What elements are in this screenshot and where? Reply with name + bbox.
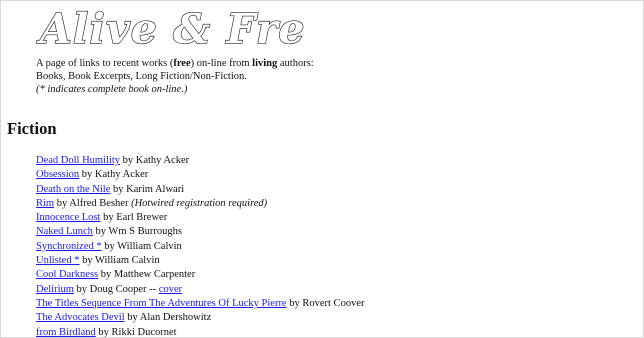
intro-part3: ) on-line from — [190, 58, 253, 69]
list-item: Unlisted * by William Calvin — [36, 254, 364, 268]
author-text: by Matthew Carpenter — [98, 269, 196, 281]
author-text: by Earl Brewer — [100, 212, 168, 224]
section-heading-fiction: Fiction — [7, 119, 57, 138]
intro-living: living — [252, 58, 278, 69]
work-link[interactable]: Innocence Lost — [36, 212, 100, 223]
list-item: Delirium by Doug Cooper -- cover — [36, 283, 364, 297]
list-item: Cool Darkness by Matthew Carpenter — [36, 268, 364, 282]
intro-free: free — [173, 58, 191, 69]
author-text: by Alan Dershowitz — [124, 312, 212, 324]
intro-text: A page of links to recent works (free) o… — [36, 57, 326, 96]
page-frame: Alive & Free A page of links to recent w… — [0, 0, 644, 338]
list-item: Death on the Nile by Karim Alwari — [36, 183, 364, 197]
author-text: by William Calvin — [101, 240, 182, 252]
work-link[interactable]: Unlisted * — [36, 255, 79, 266]
intro-note: (* indicates complete book on-line.) — [36, 84, 188, 95]
list-item: The Titles Sequence From The Adventures … — [36, 297, 364, 311]
work-link[interactable]: The Titles Sequence From The Adventures … — [36, 298, 287, 309]
work-link[interactable]: Cool Darkness — [36, 269, 98, 280]
list-item: Dead Doll Humility by Kathy Acker — [36, 154, 364, 168]
work-link[interactable]: Delirium — [36, 284, 74, 295]
author-text: by Rovert Coover — [286, 297, 365, 309]
work-link[interactable]: Dead Doll Humility — [36, 155, 120, 166]
author-text: by Alfred Besher — [54, 197, 132, 209]
author-text: by Doug Cooper -- — [73, 283, 159, 295]
author-text: by Rikki Ducornet — [95, 326, 177, 338]
work-link[interactable]: Rim — [36, 198, 54, 209]
list-item: Rim by Alfred Besher (Hotwired registrat… — [36, 197, 364, 211]
work-link[interactable]: The Advocates Devil — [36, 312, 125, 323]
work-link[interactable]: Synchronized * — [36, 241, 102, 252]
list-item: Naked Lunch by Wm S Burroughs — [36, 225, 364, 239]
list-item: The Advocates Devil by Alan Dershowitz — [36, 311, 364, 325]
list-item: Obsession by Kathy Acker — [36, 168, 364, 182]
site-logo: Alive & Free — [36, 7, 306, 53]
author-text: by Kathy Acker — [120, 155, 190, 166]
intro-part1: A page of links to recent works ( — [36, 58, 174, 69]
author-text: by Kathy Acker — [79, 169, 149, 181]
logo-text: Alive & Free — [36, 7, 306, 53]
author-text: by Karim Alwari — [110, 183, 185, 195]
list-item: Synchronized * by William Calvin — [36, 240, 364, 254]
list-item: Innocence Lost by Earl Brewer — [36, 211, 364, 225]
list-item: from Birdland by Rikki Ducornet — [36, 326, 364, 338]
fiction-list: Dead Doll Humility by Kathy Acker Obsess… — [36, 154, 364, 338]
author-text: by Wm S Burroughs — [92, 226, 182, 238]
registration-note: (Hotwired registration required) — [131, 197, 268, 209]
work-link[interactable]: from Birdland — [36, 327, 96, 337]
author-text: by William Calvin — [79, 255, 160, 267]
work-link[interactable]: Obsession — [36, 169, 79, 180]
work-link[interactable]: Naked Lunch — [36, 226, 93, 237]
work-link[interactable]: Death on the Nile — [36, 184, 110, 195]
cover-link[interactable]: cover — [159, 284, 182, 295]
